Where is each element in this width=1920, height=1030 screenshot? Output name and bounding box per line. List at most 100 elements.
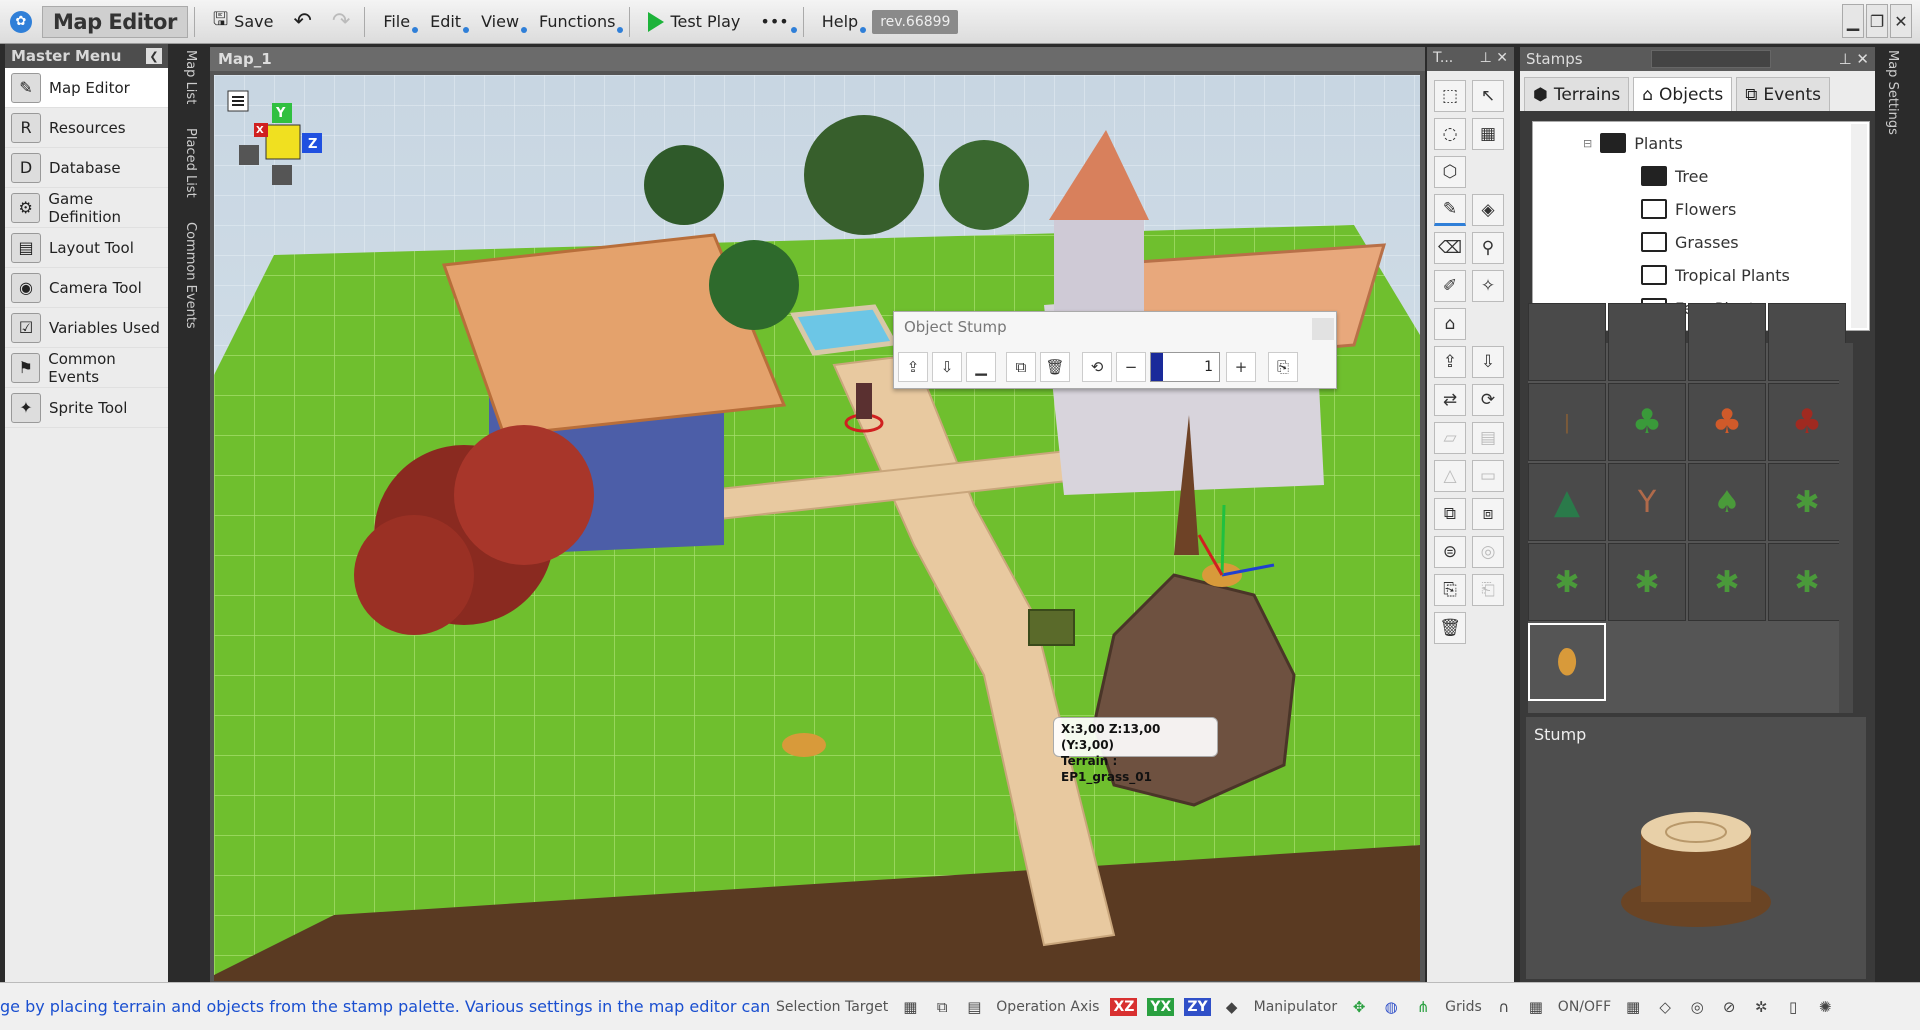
menu-item-sprite-tool[interactable]: ✦ Sprite Tool (5, 388, 168, 428)
toggle-sprite-icon[interactable]: ✲ (1749, 995, 1773, 1019)
stamp-cell[interactable]: ♣ (1608, 383, 1686, 461)
menu-view[interactable]: View (473, 8, 528, 35)
stamp-cell[interactable]: ǀ (1528, 383, 1606, 461)
apply-button[interactable]: ⎘ (1268, 352, 1298, 382)
trash-tool[interactable]: 🗑 (1434, 612, 1466, 644)
tab-objects[interactable]: ⌂ Objects (1633, 77, 1733, 111)
lower-tool[interactable]: ⇩ (1472, 346, 1504, 378)
flip-tool[interactable]: ⇄ (1434, 384, 1466, 416)
stamp-cell[interactable]: ♠ (1688, 463, 1766, 541)
test-play-button[interactable]: Test Play (640, 8, 748, 36)
grid-select-tool[interactable]: ▦ (1472, 118, 1504, 150)
menu-item-camera-tool[interactable]: ◉ Camera Tool (5, 268, 168, 308)
fill-tool[interactable]: ◈ (1472, 194, 1504, 226)
map-tab-title[interactable]: Map_1 (210, 47, 1425, 71)
menu-item-variables-used[interactable]: ☑ Variables Used (5, 308, 168, 348)
manipulator-y-arrow[interactable] (1220, 504, 1226, 576)
stamp-cell[interactable]: ✱ (1768, 543, 1846, 621)
menu-item-database[interactable]: D Database (5, 148, 168, 188)
paint-tool[interactable]: ✐ (1434, 270, 1466, 302)
grid-scrollbar[interactable] (1839, 343, 1853, 713)
pointer-tool[interactable]: ↖ (1472, 80, 1504, 112)
character[interactable] (856, 383, 872, 419)
pin-close-icon[interactable]: ⊥ ✕ (1839, 50, 1869, 68)
delete-button[interactable]: 🗑 (1040, 352, 1070, 382)
axis-yx-button[interactable]: YX (1147, 997, 1175, 1016)
menu-item-map-editor[interactable]: ✎ Map Editor (5, 68, 168, 108)
tab-placed-list[interactable]: Placed List (183, 128, 198, 198)
toggle-event-icon[interactable]: ⊘ (1717, 995, 1741, 1019)
save-button[interactable]: 🖫 Save (205, 3, 282, 41)
eyedropper-tool[interactable]: ⚲ (1472, 232, 1504, 264)
toggle-light-icon[interactable]: ▯ (1781, 995, 1805, 1019)
menu-functions[interactable]: Functions (531, 8, 624, 35)
stamp-cell[interactable] (1528, 303, 1606, 381)
grid-toggle-icon[interactable]: ∩ (1492, 995, 1516, 1019)
tab-events[interactable]: ⧉ Events (1736, 77, 1830, 111)
minimize-button[interactable]: ▁ (1842, 4, 1864, 38)
stack-tool[interactable]: ▤ (1472, 422, 1504, 454)
stamp-cell[interactable] (1608, 303, 1686, 381)
ungroup-tool[interactable]: ⧈ (1472, 498, 1504, 530)
rotate-tool[interactable]: ⟳ (1472, 384, 1504, 416)
rect-select-tool[interactable]: ⬚ (1434, 80, 1466, 112)
axis-zy-button[interactable]: ZY (1184, 997, 1211, 1016)
stamp-cell[interactable]: ▲ (1528, 463, 1606, 541)
toggle-object-icon[interactable]: ◎ (1685, 995, 1709, 1019)
raise-tool[interactable]: ⇪ (1434, 346, 1466, 378)
redo-button[interactable]: ↷ (324, 5, 358, 38)
manipulator-icon[interactable]: ◆ (1220, 995, 1244, 1019)
tab-terrains[interactable]: ⬢ Terrains (1524, 77, 1630, 111)
maximize-button[interactable]: ❐ (1866, 4, 1888, 38)
stamp-cell[interactable]: ✱ (1688, 543, 1766, 621)
stamp-cell[interactable] (1768, 303, 1846, 381)
lasso-tool[interactable]: ◌ (1434, 118, 1466, 150)
tab-map-settings[interactable]: Map Settings (1885, 50, 1900, 135)
toggle-effect-icon[interactable]: ✺ (1813, 995, 1837, 1019)
more-button[interactable]: ••• (752, 8, 797, 35)
tab-map-list[interactable]: Map List (183, 50, 198, 104)
stump-object[interactable] (782, 733, 826, 757)
toggle-grid-icon[interactable]: ▦ (1621, 995, 1645, 1019)
stamp-cell[interactable]: ✱ (1528, 543, 1606, 621)
stamp-cell[interactable] (1688, 303, 1766, 381)
stamps-search-input[interactable] (1650, 50, 1771, 68)
menu-item-common-events[interactable]: ⚑ Common Events (5, 348, 168, 388)
scale-manipulator-icon[interactable]: ⋔ (1411, 995, 1435, 1019)
stamp-cell[interactable]: ✱ (1768, 463, 1846, 541)
target-tool[interactable]: ◎ (1472, 536, 1504, 568)
copy-button[interactable]: ⧉ (1006, 352, 1036, 382)
pen-tool[interactable]: ✎ (1434, 194, 1466, 226)
house-tool[interactable]: ⌂ (1434, 308, 1466, 340)
tree-item-tree[interactable]: Tree (1641, 161, 1708, 191)
eraser-tool[interactable]: ⌫ (1434, 232, 1466, 264)
copy-tool[interactable]: ⎘ (1434, 574, 1466, 606)
stamp-tool[interactable]: ⊜ (1434, 536, 1466, 568)
triangle-tool[interactable]: △ (1434, 460, 1466, 492)
undo-button[interactable]: ↶ (285, 5, 319, 38)
raise-button[interactable]: ⇪ (898, 352, 928, 382)
tree-item-grasses[interactable]: Grasses (1641, 227, 1739, 257)
stamp-cell[interactable]: ♣ (1768, 383, 1846, 461)
tree-item-tropical-plants[interactable]: Tropical Plants (1641, 260, 1790, 290)
tab-common-events[interactable]: Common Events (183, 222, 198, 329)
stamp-cell[interactable]: Y (1608, 463, 1686, 541)
tree-item-flowers[interactable]: Flowers (1641, 194, 1736, 224)
map-scene[interactable]: Y Z X (214, 75, 1420, 981)
ground-button[interactable]: ▁ (966, 352, 996, 382)
decrement-button[interactable]: − (1116, 352, 1146, 382)
collapse-icon[interactable]: ❮ (146, 48, 162, 64)
grid-toggle-icon[interactable]: ▦ (1524, 995, 1548, 1019)
map-viewport[interactable]: Y Z X (214, 75, 1420, 981)
paste-tool[interactable]: ⎗ (1472, 574, 1504, 606)
move-manipulator-icon[interactable]: ✥ (1347, 995, 1371, 1019)
axis-xz-button[interactable]: XZ (1110, 997, 1138, 1016)
stamp-cell[interactable]: ♣ (1688, 383, 1766, 461)
close-button[interactable]: ✕ (1890, 4, 1912, 38)
menu-item-resources[interactable]: R Resources (5, 108, 168, 148)
panel-close-button[interactable] (1312, 318, 1334, 340)
menu-item-game-definition[interactable]: ⚙ Game Definition (5, 188, 168, 228)
rotate-manipulator-icon[interactable]: ◍ (1379, 995, 1403, 1019)
event-target-icon[interactable]: ▤ (962, 995, 986, 1019)
lower-button[interactable]: ⇩ (932, 352, 962, 382)
